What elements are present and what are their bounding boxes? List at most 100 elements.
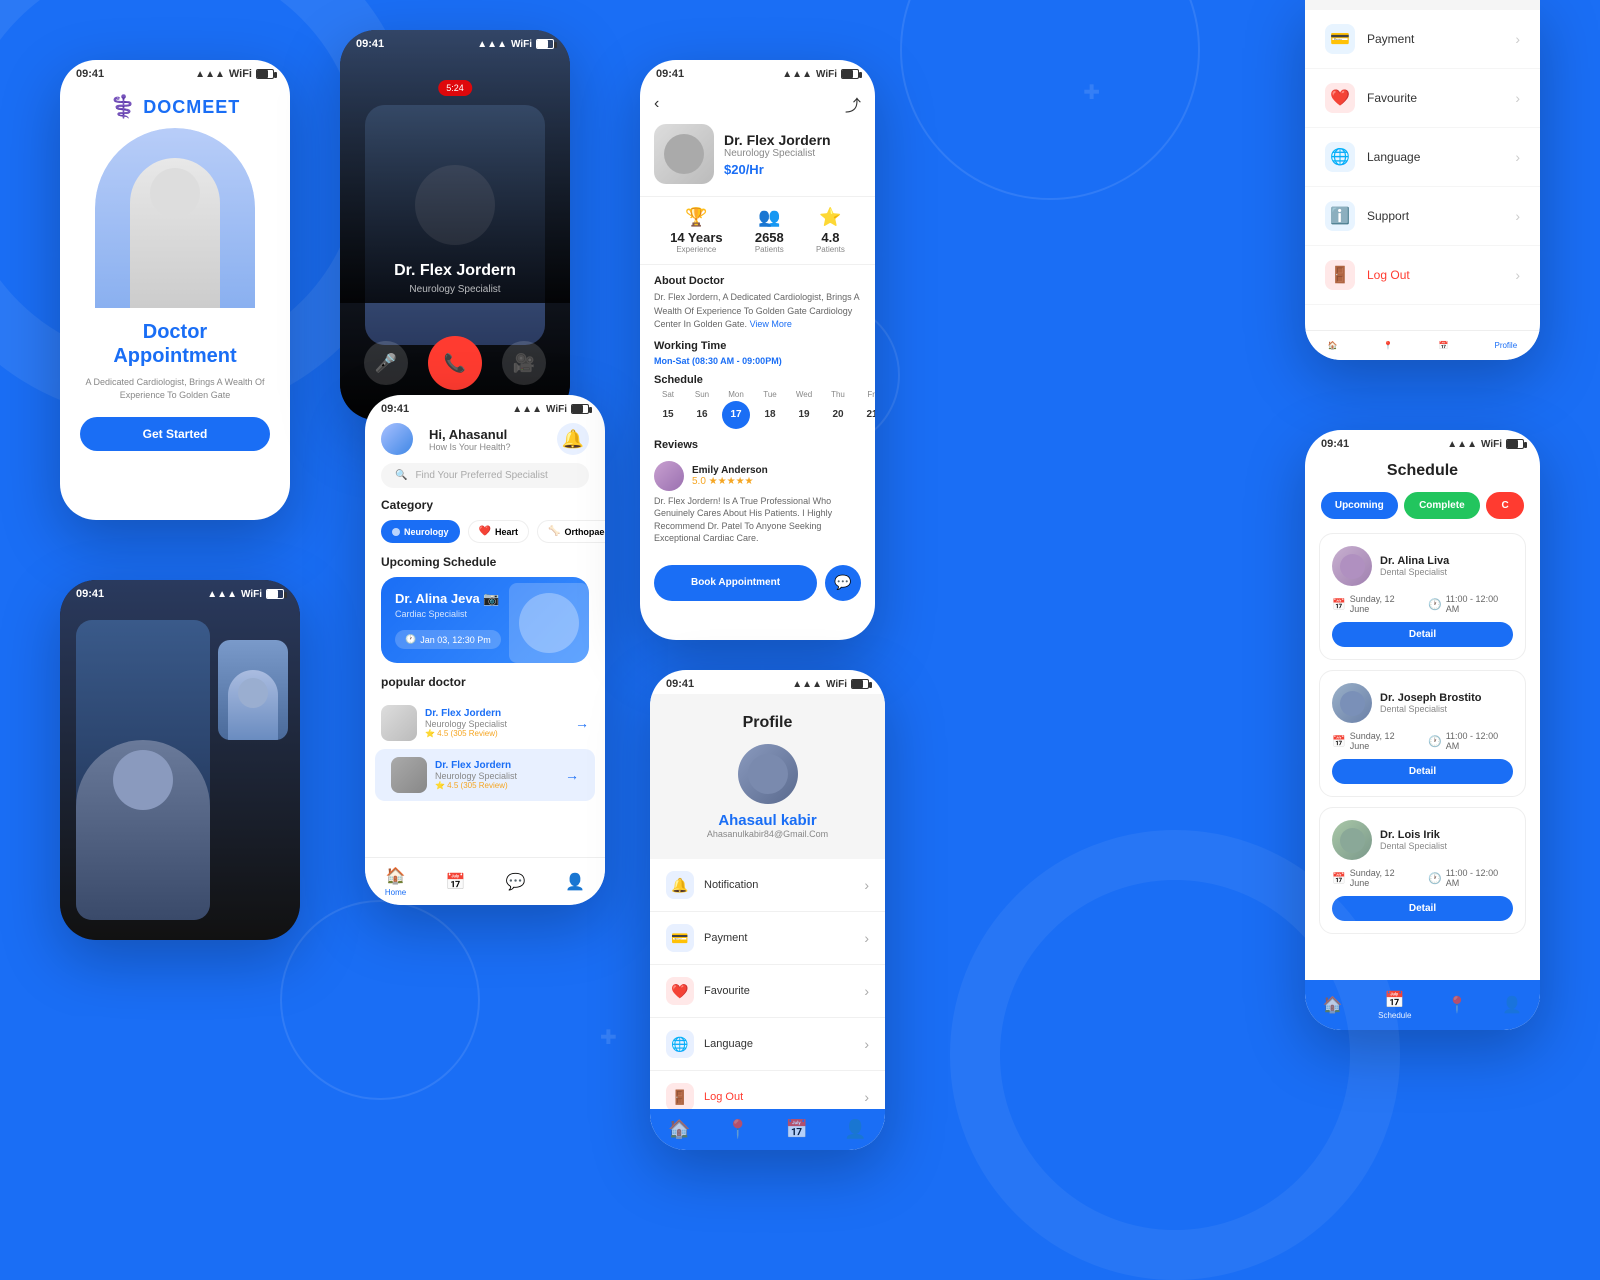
splash-title: Doctor Appointment [80, 320, 270, 368]
right-language-arrow: › [1515, 149, 1520, 165]
logout-arrow: › [864, 1089, 869, 1105]
category-neurology[interactable]: Neurology [381, 520, 460, 543]
clock-icon-sched: 🕐 [405, 634, 416, 645]
call-doctor-name: Dr. Flex Jordern [340, 262, 570, 280]
right-menu-payment[interactable]: 💳 Payment › [1305, 10, 1540, 69]
end-call-button[interactable]: 📞 [428, 336, 482, 390]
user-name-big: Ahasaul kabir [664, 812, 871, 829]
reviewer-avatar [654, 461, 684, 491]
logout-menu-icon: 🚪 [666, 1083, 694, 1111]
menu-notification[interactable]: 🔔 Notification › [650, 859, 885, 912]
heart-icon: ❤️ [479, 526, 491, 537]
category-heart[interactable]: ❤️ Heart [468, 520, 529, 543]
profile-icon-profile-nav[interactable]: 👤 [844, 1119, 866, 1140]
home-icon-profile-nav[interactable]: 🏠 [668, 1119, 690, 1140]
rbn-profile[interactable]: Profile [1494, 341, 1517, 350]
search-bar[interactable]: 🔍 Find Your Preferred Specialist [381, 463, 589, 488]
menu-favourite[interactable]: ❤️ Favourite › [650, 965, 885, 1018]
about-text: Dr. Flex Jordern, A Dedicated Cardiologi… [640, 291, 875, 332]
appt-time-row-3: 📅 Sunday, 12 June 🕐 11:00 - 12:00 AM [1332, 868, 1513, 888]
tab-upcoming[interactable]: Upcoming [1321, 492, 1398, 519]
menu-language[interactable]: 🌐 Language › [650, 1018, 885, 1071]
chat-button[interactable]: 💬 [825, 565, 861, 601]
sbn-location[interactable]: 📍 [1447, 995, 1467, 1015]
rbn-calendar[interactable]: 📅 [1439, 341, 1449, 350]
popular-doctor-1[interactable]: Dr. Flex Jordern Neurology Specialist ⭐ … [365, 697, 605, 749]
appointment-doc-row-1: Dr. Alina Liva Dental Specialist [1332, 546, 1513, 586]
doctor-hero-image [95, 128, 255, 308]
rbn-home[interactable]: 🏠 [1328, 341, 1338, 350]
book-row: Book Appointment 💬 [640, 555, 875, 611]
book-appointment-button[interactable]: Book Appointment [654, 565, 817, 601]
nav-home[interactable]: 🏠 Home [385, 866, 406, 897]
sbn-schedule[interactable]: 📅 Schedule [1378, 990, 1411, 1020]
about-label: About Doctor [640, 275, 875, 287]
working-time-label: Working Time [640, 340, 875, 352]
phone-video-call-2: 09:41 ▲▲▲ WiFi [60, 580, 300, 940]
calendar-icon-profile-nav[interactable]: 📅 [786, 1119, 808, 1140]
right-support-icon: ℹ️ [1325, 201, 1355, 231]
right-payment-arrow: › [1515, 31, 1520, 47]
profile-bottom-nav: 🏠 📍 📅 👤 [650, 1109, 885, 1150]
mute-button[interactable]: 🎤 [364, 341, 408, 385]
right-menu-logout[interactable]: 🚪 Log Out › [1305, 246, 1540, 305]
detail-button-2[interactable]: Detail [1332, 759, 1513, 784]
time-schedule: 09:41 [1321, 438, 1349, 450]
battery-user-profile [851, 679, 869, 689]
nav-profile[interactable]: 👤 [565, 872, 585, 892]
day-sun[interactable]: Sun 16 [688, 390, 716, 429]
battery-profile [841, 69, 859, 79]
signal-icon-splash: ▲▲▲ [195, 69, 225, 80]
day-sat[interactable]: Sat 15 [654, 390, 682, 429]
review-text: Dr. Flex Jordern! Is A True Professional… [654, 495, 861, 545]
time-profile: 09:41 [656, 68, 684, 80]
right-menu-support[interactable]: ℹ️ Support › [1305, 187, 1540, 246]
view-more-link[interactable]: View More [750, 319, 792, 329]
nav-chat[interactable]: 💬 [506, 872, 526, 892]
back-button[interactable]: ‹ [654, 95, 659, 113]
splash-logo: ⚕️ DOCMEET [80, 94, 270, 120]
user-avatar-home [381, 423, 413, 455]
status-bar-profile: 09:41 ▲▲▲ WiFi [640, 60, 875, 84]
phone-user-profile: 09:41 ▲▲▲ WiFi Profile Ahasaul kabir Aha… [650, 670, 885, 1150]
day-mon[interactable]: Mon 17 [722, 390, 750, 429]
tab-cancelled[interactable]: C [1486, 492, 1524, 519]
popular-doctor-2[interactable]: Dr. Flex Jordern Neurology Specialist ⭐ … [375, 749, 595, 801]
doctor-avatar [654, 124, 714, 184]
nav-schedule[interactable]: 📅 [446, 872, 466, 892]
experience-icon: 🏆 [670, 207, 723, 228]
day-fri[interactable]: Fri 21 [858, 390, 875, 429]
day-wed[interactable]: Wed 19 [790, 390, 818, 429]
day-thu[interactable]: Thu 20 [824, 390, 852, 429]
get-started-button[interactable]: Get Started [80, 417, 270, 451]
detail-button-3[interactable]: Detail [1332, 896, 1513, 921]
sbn-profile[interactable]: 👤 [1502, 995, 1522, 1015]
right-menu-favourite[interactable]: ❤️ Favourite › [1305, 69, 1540, 128]
share-button[interactable]: ⤴ [845, 92, 861, 116]
splash-subtitle: A Dedicated Cardiologist, Brings A Wealt… [80, 376, 270, 401]
day-tue[interactable]: Tue 18 [756, 390, 784, 429]
time-video: 09:41 [356, 38, 384, 50]
right-bottom-nav: 🏠 📍 📅 Profile [1305, 330, 1540, 360]
location-icon-profile-nav[interactable]: 📍 [727, 1119, 749, 1140]
appointment-doc-row-3: Dr. Lois Irik Dental Specialist [1332, 820, 1513, 860]
menu-payment[interactable]: 💳 Payment › [650, 912, 885, 965]
category-orthopaedic[interactable]: 🦴 Orthopaedic [537, 520, 605, 543]
tab-complete[interactable]: Complete [1404, 492, 1481, 519]
calendar-icon-appt2: 📅 [1332, 735, 1346, 748]
video-toggle-button[interactable]: 🎥 [502, 341, 546, 385]
schedule-time-badge: 🕐 Jan 03, 12:30 Pm [395, 630, 501, 649]
right-menu-language[interactable]: 🌐 Language › [1305, 128, 1540, 187]
schedule-tabs: Upcoming Complete C [1305, 492, 1540, 519]
detail-button-1[interactable]: Detail [1332, 622, 1513, 647]
notification-bell[interactable]: 🔔 [557, 423, 589, 455]
profile-title: Profile [664, 714, 871, 732]
rbn-location[interactable]: 📍 [1383, 341, 1393, 350]
right-language-icon: 🌐 [1325, 142, 1355, 172]
appt-time-row-2: 📅 Sunday, 12 June 🕐 11:00 - 12:00 AM [1332, 731, 1513, 751]
stethoscope-icon: ⚕️ [110, 94, 137, 120]
sbn-home[interactable]: 🏠 [1323, 995, 1343, 1015]
right-logout-arrow: › [1515, 267, 1520, 283]
schedule-days: Sat 15 Sun 16 Mon 17 Tue 18 Wed 19 Thu 2… [640, 390, 875, 429]
category-row: Neurology ❤️ Heart 🦴 Orthopaedic 🫁 Lung [365, 520, 605, 543]
